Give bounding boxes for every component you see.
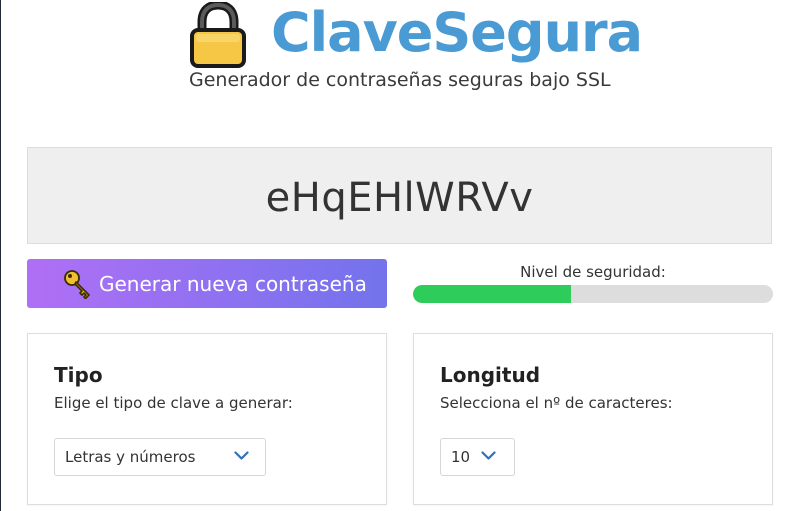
window-edge <box>0 0 1 511</box>
app-title: ClaveSegura <box>271 1 643 64</box>
length-card-description: Selecciona el nº de caracteres: <box>440 394 673 412</box>
type-card-title: Tipo <box>54 363 103 387</box>
lock-icon <box>190 2 246 68</box>
security-level-label: Nivel de seguridad: <box>520 263 666 281</box>
type-card: Tipo Elige el tipo de clave a generar: L… <box>27 333 387 505</box>
generate-password-button[interactable]: Generar nueva contraseña <box>27 259 387 308</box>
password-value[interactable]: eHqEHlWRVv <box>266 175 534 221</box>
type-select-value: Letras y números <box>65 448 196 466</box>
page: ClaveSegura Generador de contraseñas seg… <box>0 0 800 511</box>
type-card-description: Elige el tipo de clave a generar: <box>54 394 293 412</box>
chevron-down-icon <box>234 451 249 460</box>
generate-button-label: Generar nueva contraseña <box>99 271 367 296</box>
password-display: eHqEHlWRVv <box>27 147 772 244</box>
length-select[interactable]: 10 <box>440 438 515 476</box>
key-icon <box>64 269 90 299</box>
type-select[interactable]: Letras y números <box>54 438 266 476</box>
security-level-fill <box>413 285 572 303</box>
length-select-value: 10 <box>451 448 471 466</box>
chevron-down-icon <box>481 451 496 460</box>
app-subtitle: Generador de contraseñas seguras bajo SS… <box>189 69 611 91</box>
length-card-title: Longitud <box>440 363 541 387</box>
length-card: Longitud Selecciona el nº de caracteres:… <box>413 333 773 505</box>
brand-header: ClaveSegura <box>189 0 643 70</box>
security-level-bar <box>413 285 773 303</box>
